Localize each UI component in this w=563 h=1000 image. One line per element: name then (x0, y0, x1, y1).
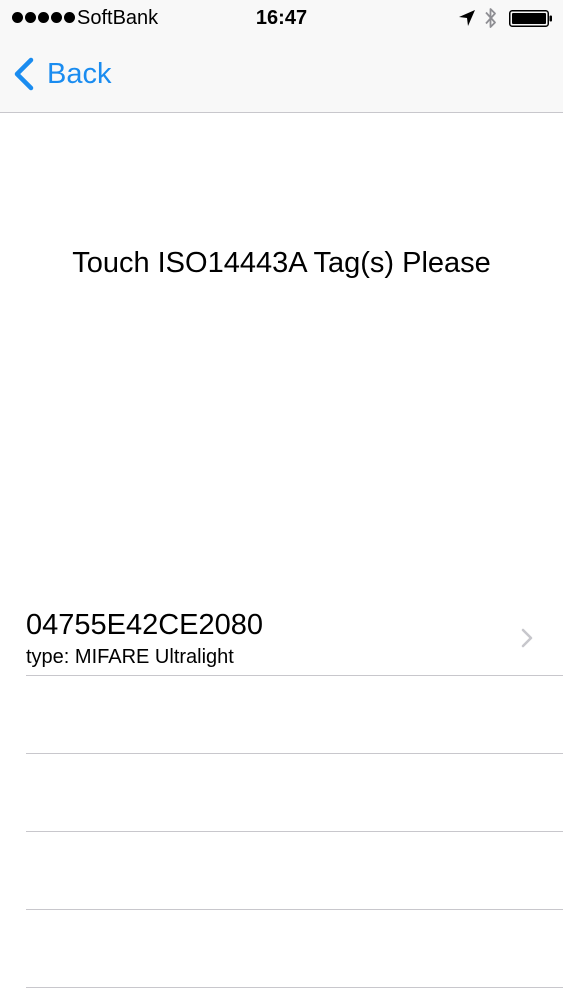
bluetooth-icon (485, 8, 496, 28)
chevron-left-icon (14, 57, 34, 91)
scan-prompt: Touch ISO14443A Tag(s) Please (72, 247, 491, 279)
back-button-label: Back (47, 58, 112, 90)
status-time: 16:47 (255, 7, 308, 29)
empty-row (26, 676, 563, 754)
tag-type: type: MIFARE Ultralight (26, 646, 234, 668)
tag-uid: 04755E42CE2080 (26, 609, 264, 641)
chevron-right-icon (521, 628, 533, 648)
tag-row[interactable]: 04755E42CE2080 type: MIFARE Ultralight (26, 597, 563, 676)
back-button[interactable]: Back (12, 54, 111, 94)
battery-icon (509, 10, 552, 27)
empty-row (26, 754, 563, 832)
navigation-bar: Back (0, 38, 563, 113)
empty-row (26, 910, 563, 988)
location-icon (459, 10, 475, 26)
status-bar: SoftBank 16:47 (0, 0, 563, 38)
tag-list: 04755E42CE2080 type: MIFARE Ultralight (0, 597, 563, 988)
empty-row (26, 832, 563, 910)
